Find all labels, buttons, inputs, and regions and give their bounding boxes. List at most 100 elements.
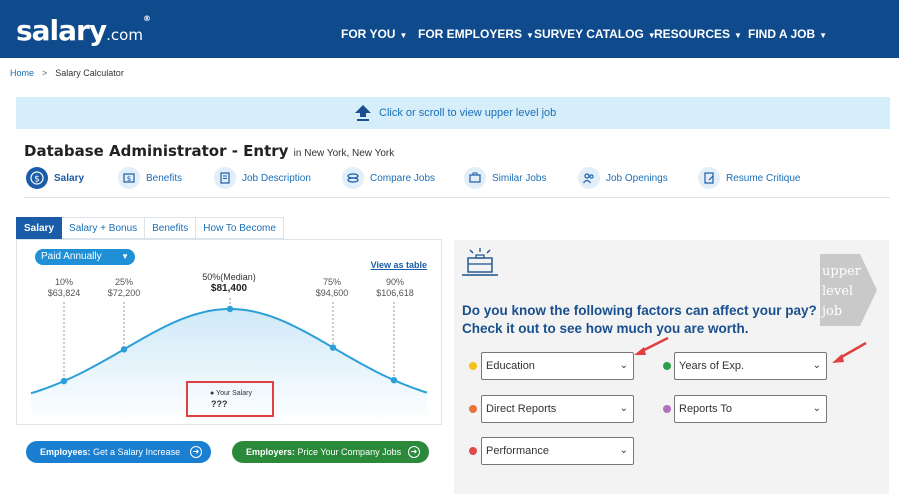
subnav-label: Benefits [146,172,183,184]
nav-label: FOR YOU [341,27,396,41]
select-value: Years of Exp. [679,360,745,372]
nav-resources[interactable]: RESOURCES ▼ [654,27,742,41]
subnav-compare-jobs[interactable]: Compare Jobs [342,167,435,189]
tab-how-to-become[interactable]: How To Become [196,217,284,239]
nav-for-employers[interactable]: FOR EMPLOYERS ▼ [418,27,534,41]
resume-icon [698,167,720,189]
education-dot [469,362,477,370]
caret-down-icon: ▼ [819,31,828,40]
tab-salary-bonus[interactable]: Salary + Bonus [62,217,146,239]
benefits-icon: $ [118,167,140,189]
briefcase-icon [464,167,486,189]
pay-factors-panel: upper level job Do you know the followin… [454,240,889,494]
arrow-right-icon: ➜ [408,446,420,458]
job-location: in New York, New York [293,148,395,159]
reports-to-dot [663,405,671,413]
nav-label: SURVEY CATALOG [534,27,644,41]
chevron-down-icon: ⌄ [812,403,821,414]
direct-reports-dot [469,405,477,413]
percentile-point [60,377,68,385]
chevron-down-icon: ⌄ [619,403,628,414]
button-bold-label: Employers: [246,447,296,457]
logo-text: salary [16,14,107,47]
breadcrumb-separator: > [42,68,48,78]
tab-benefits[interactable]: Benefits [145,217,197,239]
tab-salary[interactable]: Salary [16,217,63,239]
breadcrumb-home-link[interactable]: Home [10,68,34,78]
performance-select[interactable]: Performance ⌄ [481,437,634,465]
chevron-down-icon: ⌄ [619,445,628,456]
direct-reports-select[interactable]: Direct Reports ⌄ [481,395,634,423]
upper-level-banner[interactable]: Click or scroll to view upper level job [16,97,890,129]
button-label: Price Your Company Jobs [295,447,402,457]
your-salary-value: ??? [211,399,228,409]
breadcrumb-current: Salary Calculator [55,68,124,78]
nav-survey-catalog[interactable]: SURVEY CATALOG ▼ [534,27,656,41]
years-exp-dot [663,362,671,370]
your-salary-marker: ● Your Salary ??? [186,381,274,417]
percentile-point [226,305,234,313]
logo-suffix: .com [106,26,143,44]
employees-salary-increase-button[interactable]: Employees: Get a Salary Increase ➜ [26,441,211,463]
document-icon [214,167,236,189]
people-icon [578,167,600,189]
chevron-down-icon: ⌄ [619,360,628,371]
your-salary-text: Your Salary [216,390,252,397]
pay-factors-question: Do you know the following factors can af… [462,303,817,336]
svg-text:$: $ [34,175,40,185]
briefcase-dollar-icon [462,248,498,276]
nav-label: FIND A JOB [748,27,816,41]
select-value: Performance [486,445,549,457]
upper-text-line: level [822,284,854,299]
dollar-icon: $ [26,167,48,189]
subnav-label: Similar Jobs [492,172,547,184]
percentile-point [390,376,398,384]
button-label: Get a Salary Increase [90,447,181,457]
logo-trademark: ® [142,14,151,23]
your-salary-label: ● Your Salary [210,390,252,397]
subnav-similar-jobs[interactable]: Similar Jobs [464,167,546,189]
subnav-label: Compare Jobs [370,172,436,184]
subnav-label: Salary [54,172,85,184]
nav-for-you[interactable]: FOR YOU ▼ [341,27,407,41]
red-arrow-annotation [832,341,867,363]
salary-tabs: Salary Salary + Bonus Benefits How To Be… [16,217,284,239]
percentile-point [329,344,337,351]
nav-find-a-job[interactable]: FIND A JOB ▼ [748,27,827,41]
subnav-job-description[interactable]: Job Description [214,167,311,189]
subnav-label: Job Openings [606,172,668,184]
upload-arrow-icon [355,105,371,121]
subnav-job-openings[interactable]: Job Openings [578,167,668,189]
nav-label: RESOURCES [654,27,731,41]
red-arrow-annotation [634,336,669,355]
compare-icon [342,167,364,189]
divider [24,197,890,198]
years-of-exp-select[interactable]: Years of Exp. ⌄ [674,352,827,380]
svg-text:$: $ [127,175,131,183]
subnav-label: Job Description [242,172,311,184]
caret-down-icon: ▼ [526,31,534,40]
subnav-label: Resume Critique [726,172,801,184]
top-nav-bar: salary.com® FOR YOU ▼ FOR EMPLOYERS ▼ SURV… [0,0,899,58]
performance-dot [469,447,477,455]
reports-to-select[interactable]: Reports To ⌄ [674,395,827,423]
upper-text-line: upper [822,264,861,279]
employers-price-jobs-button[interactable]: Employers: Price Your Company Jobs ➜ [232,441,429,463]
job-title: Database Administrator - Entry [24,142,289,160]
subnav-salary[interactable]: $ Salary [26,167,84,189]
subnav-benefits[interactable]: $ Benefits [118,167,182,189]
education-select[interactable]: Education ⌄ [481,352,634,380]
button-bold-label: Employees: [40,447,91,457]
select-value: Direct Reports [486,403,557,415]
breadcrumb: Home > Salary Calculator [10,68,124,78]
page-title: Database Administrator - Entry in New Yo… [24,142,394,160]
subnav-resume-critique[interactable]: Resume Critique [698,167,800,189]
nav-label: FOR EMPLOYERS [418,27,523,41]
chevron-down-icon: ⌄ [812,360,821,371]
percentile-point [120,346,128,353]
arrow-right-icon: ➜ [190,446,202,458]
banner-text: Click or scroll to view upper level job [379,107,557,119]
caret-down-icon: ▼ [734,31,742,40]
select-value: Reports To [679,403,732,415]
salary-com-logo[interactable]: salary.com ® [16,14,151,47]
